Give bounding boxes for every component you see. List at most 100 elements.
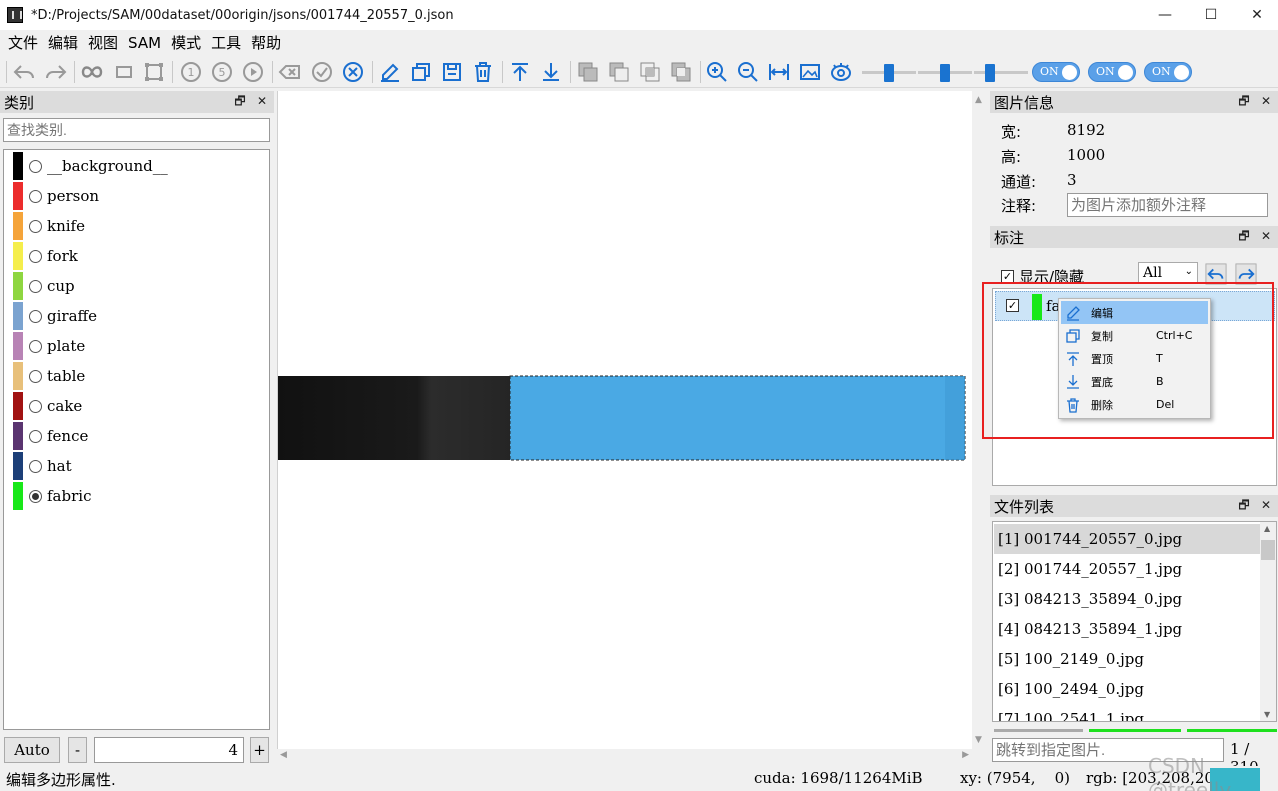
cancel-icon[interactable] (341, 60, 365, 84)
delete-icon[interactable] (471, 60, 495, 84)
category-radio[interactable] (29, 399, 42, 413)
toggle-switch[interactable]: ON (1144, 62, 1192, 82)
exclude-icon[interactable] (669, 60, 693, 84)
context-menu-to-top[interactable]: 置顶 T (1061, 347, 1208, 370)
prompt-point-icon[interactable]: 1 (179, 60, 203, 84)
scroll-up-icon[interactable]: ▲ (1264, 524, 1270, 533)
union-icon[interactable] (576, 60, 600, 84)
increment-button[interactable]: + (250, 737, 269, 763)
decrement-button[interactable]: - (68, 737, 87, 763)
scroll-down-icon[interactable]: ▼ (1264, 710, 1270, 719)
menu-view[interactable]: 视图 (83, 31, 123, 55)
to-bottom-icon[interactable] (539, 60, 563, 84)
close-window-button[interactable]: ✕ (1234, 0, 1278, 30)
save-icon[interactable] (440, 60, 464, 84)
category-radio[interactable] (29, 459, 42, 473)
slider-thumb[interactable] (940, 64, 950, 82)
context-menu-edit[interactable]: 编辑 (1061, 301, 1208, 324)
category-item[interactable]: plate (13, 332, 85, 360)
fabric-polygon-mask[interactable] (510, 376, 965, 460)
category-radio[interactable] (29, 369, 42, 383)
context-menu-delete[interactable]: 删除 Del (1061, 393, 1208, 416)
float-icon[interactable]: 🗗 (1238, 498, 1250, 512)
redo-icon[interactable] (1235, 263, 1257, 285)
polygon-icon[interactable] (142, 60, 166, 84)
canvas-vertical-scrollbar[interactable]: ▲ ▼ (972, 91, 986, 749)
scroll-down-icon[interactable]: ▼ (975, 735, 982, 745)
category-radio[interactable] (29, 219, 42, 233)
category-item[interactable]: cup (13, 272, 75, 300)
maximize-button[interactable]: ☐ (1188, 0, 1234, 30)
edit-icon[interactable] (378, 60, 402, 84)
category-item[interactable]: table (13, 362, 85, 390)
intersect-icon[interactable] (638, 60, 662, 84)
run-sam-icon[interactable] (241, 60, 265, 84)
show-hide-checkbox[interactable]: ✓ (1001, 270, 1014, 283)
undo-icon[interactable] (12, 60, 36, 84)
image-canvas[interactable] (277, 91, 972, 749)
scroll-right-icon[interactable]: ▶ (962, 750, 969, 760)
context-menu-copy[interactable]: 复制 Ctrl+C (1061, 324, 1208, 347)
undo-icon[interactable] (1205, 263, 1227, 285)
fit-window-icon[interactable] (798, 60, 822, 84)
category-item[interactable]: fence (13, 422, 88, 450)
file-list-scrollbar[interactable]: ▲ ▼ (1260, 522, 1276, 721)
annotation-filter-select[interactable]: All ⌄ (1138, 262, 1198, 284)
file-list-item[interactable]: [3] 084213_35894_0.jpg (994, 584, 1260, 614)
float-icon[interactable]: 🗗 (1238, 94, 1250, 108)
category-radio[interactable] (29, 249, 42, 263)
scroll-left-icon[interactable]: ◀ (280, 750, 287, 760)
menu-help[interactable]: 帮助 (246, 31, 286, 55)
sam-mode-icon[interactable] (80, 60, 104, 84)
toggle-switch[interactable]: ON (1032, 62, 1080, 82)
menu-file[interactable]: 文件 (3, 31, 43, 55)
category-search-input[interactable] (3, 118, 270, 142)
slider-thumb[interactable] (985, 64, 995, 82)
zoom-out-icon[interactable] (736, 60, 760, 84)
rectangle-icon[interactable] (112, 60, 136, 84)
category-radio[interactable] (29, 189, 42, 203)
category-radio[interactable] (29, 279, 42, 293)
file-list-item[interactable]: [1] 001744_20557_0.jpg (994, 524, 1260, 554)
slider-thumb[interactable] (884, 64, 894, 82)
prompt-box-icon[interactable]: 5 (210, 60, 234, 84)
float-icon[interactable]: 🗗 (1238, 229, 1250, 243)
float-icon[interactable]: 🗗 (234, 94, 246, 108)
file-list-item[interactable]: [2] 001744_20557_1.jpg (994, 554, 1260, 584)
scroll-up-icon[interactable]: ▲ (975, 95, 982, 105)
to-top-icon[interactable] (508, 60, 532, 84)
file-list-item[interactable]: [7] 100_2541_1.jpg (994, 704, 1260, 721)
minimize-button[interactable]: — (1142, 0, 1188, 30)
canvas-horizontal-scrollbar[interactable]: ◀ ▶ (277, 749, 972, 763)
file-list-item[interactable]: [5] 100_2149_0.jpg (994, 644, 1260, 674)
menu-edit[interactable]: 编辑 (43, 31, 83, 55)
auto-button[interactable]: Auto (4, 737, 60, 763)
scroll-thumb[interactable] (1261, 540, 1275, 560)
category-radio[interactable] (29, 159, 42, 173)
brightness-slider[interactable] (918, 64, 972, 82)
file-list-item[interactable]: [4] 084213_35894_1.jpg (994, 614, 1260, 644)
fit-width-icon[interactable] (767, 60, 791, 84)
show-hide-toggle[interactable]: ✓ 显示/隐藏 (1001, 266, 1084, 287)
opacity-slider[interactable] (862, 64, 916, 82)
category-item[interactable]: fabric (13, 482, 91, 510)
subtract-icon[interactable] (607, 60, 631, 84)
category-item[interactable]: fork (13, 242, 78, 270)
category-item[interactable]: giraffe (13, 302, 97, 330)
close-icon[interactable]: ✕ (1260, 94, 1272, 108)
category-radio[interactable] (29, 339, 42, 353)
visibility-icon[interactable] (829, 60, 853, 84)
copy-icon[interactable] (409, 60, 433, 84)
category-radio[interactable] (29, 309, 42, 323)
finish-icon[interactable] (310, 60, 334, 84)
category-radio[interactable] (29, 489, 42, 503)
close-icon[interactable]: ✕ (1260, 498, 1272, 512)
category-item[interactable]: __background__ (13, 152, 168, 180)
redo-icon[interactable] (44, 60, 68, 84)
close-icon[interactable]: ✕ (1260, 229, 1272, 243)
annotation-visibility-checkbox[interactable]: ✓ (1006, 299, 1019, 312)
category-item[interactable]: hat (13, 452, 72, 480)
group-id-input[interactable]: 4 (94, 737, 244, 763)
menu-mode[interactable]: 模式 (166, 31, 206, 55)
contrast-slider[interactable] (974, 64, 1028, 82)
